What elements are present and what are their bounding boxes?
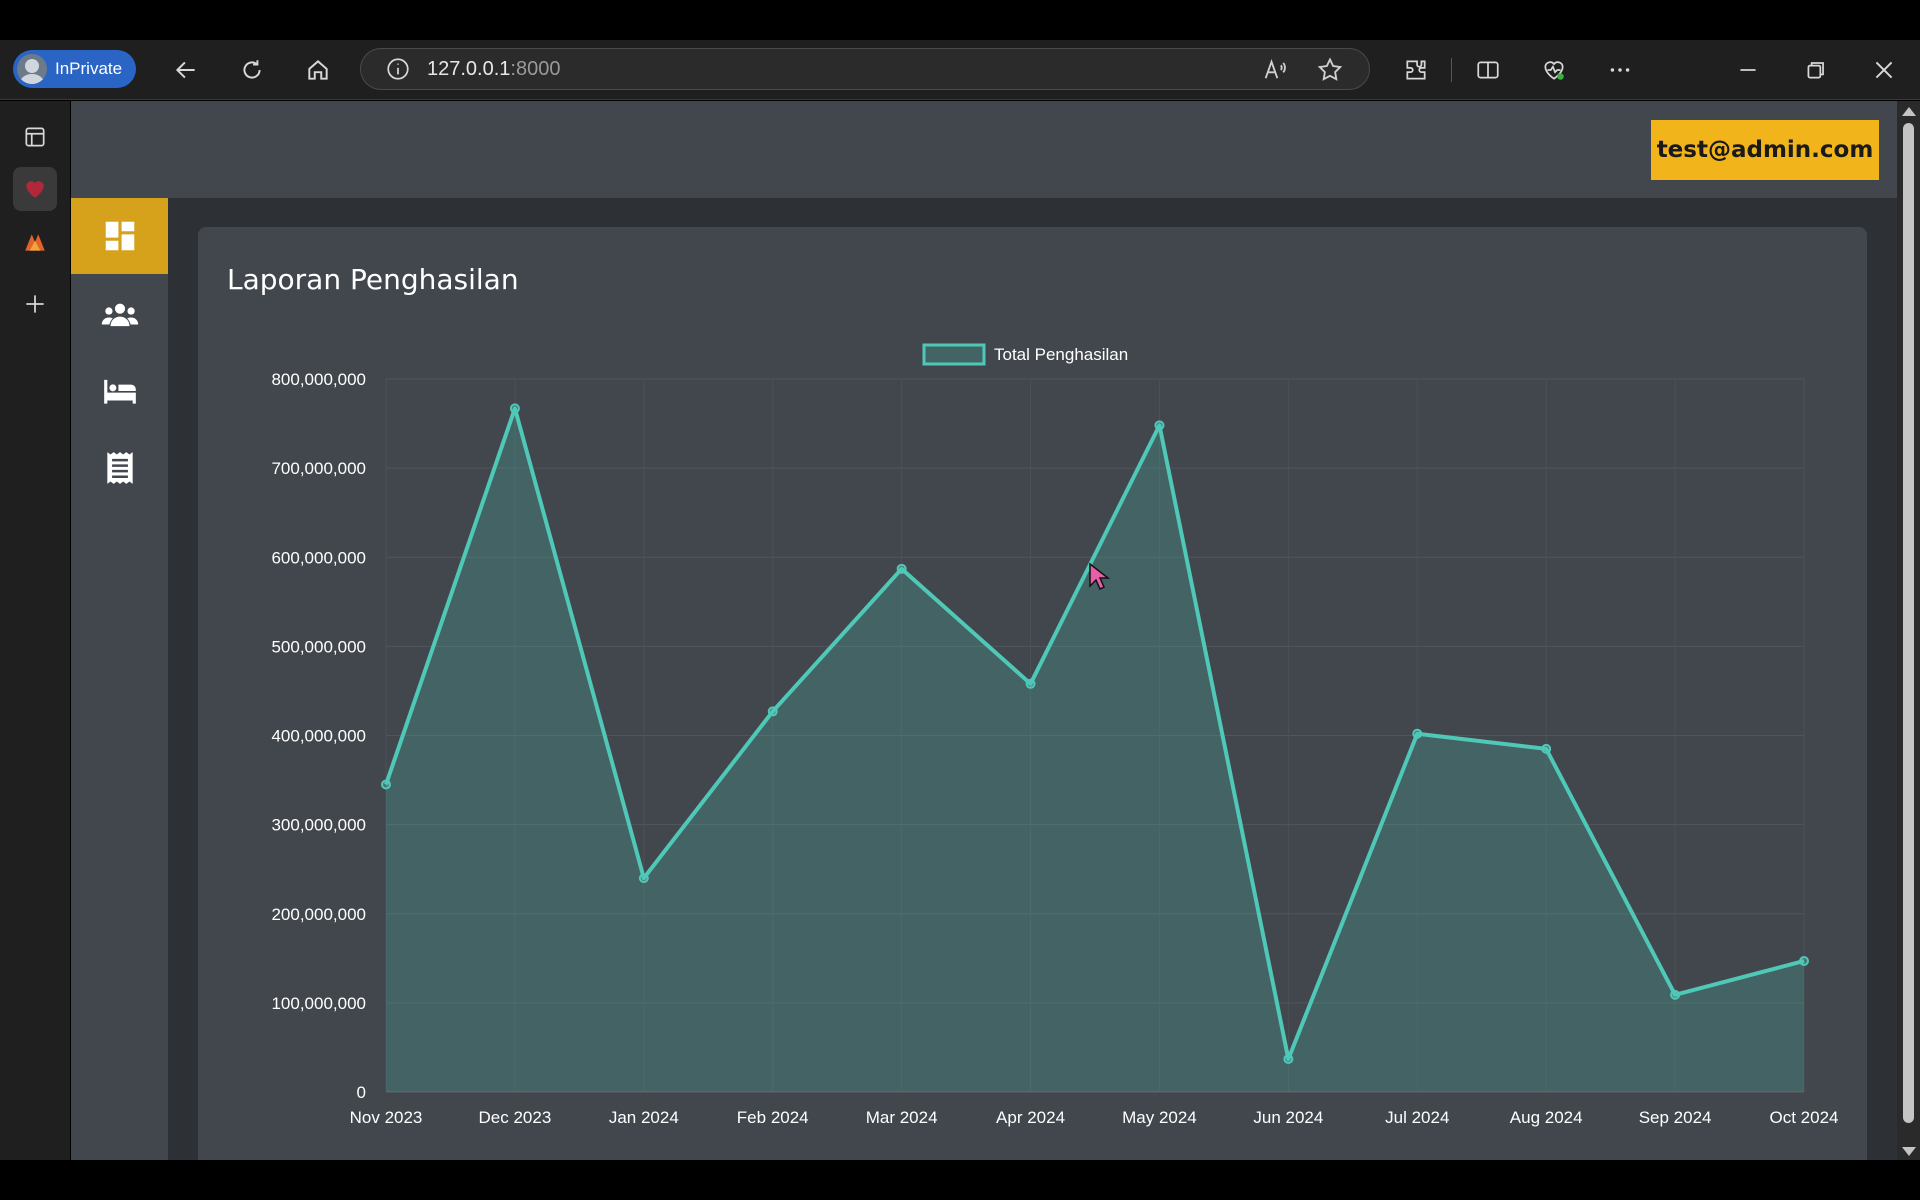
data-point[interactable]: [1283, 1054, 1294, 1065]
side-nav: [71, 198, 168, 1160]
scroll-thumb[interactable]: [1903, 123, 1914, 1123]
data-point[interactable]: [1154, 420, 1165, 431]
more-options-icon[interactable]: [1604, 54, 1636, 86]
data-point[interactable]: [638, 873, 649, 884]
data-point[interactable]: [1025, 678, 1036, 689]
series-area-fill: [386, 408, 1804, 1092]
screen-top-strip: [0, 0, 1920, 40]
read-aloud-icon[interactable]: [1261, 56, 1289, 84]
data-point[interactable]: [381, 779, 391, 790]
data-point[interactable]: [896, 563, 907, 574]
refresh-icon[interactable]: [236, 54, 268, 86]
user-account-button[interactable]: test@admin.com: [1651, 120, 1879, 180]
scroll-down-arrow-icon[interactable]: [1902, 1147, 1916, 1156]
data-point[interactable]: [1541, 743, 1552, 754]
data-point[interactable]: [1670, 989, 1681, 1000]
browser-essentials-icon[interactable]: [1538, 54, 1570, 86]
nav-item-dashboard[interactable]: [71, 198, 168, 274]
url-text: 127.0.0.1:8000: [427, 58, 560, 81]
y-tick-label: 300,000,000: [271, 816, 366, 835]
close-icon[interactable]: [1868, 54, 1900, 86]
x-axis-ticks: Nov 2023 Dec 2023 Jan 2024 Feb 2024 Mar 2024…: [350, 1108, 1839, 1127]
y-tick-label: 200,000,000: [271, 905, 366, 924]
x-tick-label: Jun 2024: [1253, 1108, 1323, 1127]
data-point[interactable]: [1412, 728, 1423, 739]
toolbar-separator: [1451, 58, 1452, 82]
home-icon[interactable]: [302, 54, 334, 86]
y-tick-label: 800,000,000: [271, 370, 366, 389]
data-point[interactable]: [509, 403, 520, 414]
extensions-icon[interactable]: [1400, 54, 1432, 86]
users-icon: [101, 303, 138, 327]
url-host: 127.0.0.1: [427, 57, 511, 80]
app-header: test@admin.com: [71, 101, 1897, 198]
address-bar[interactable]: 127.0.0.1:8000: [360, 48, 1370, 90]
x-tick-label: May 2024: [1122, 1108, 1197, 1127]
edge-vertical-sidebar: [0, 101, 70, 1160]
favorite-star-icon[interactable]: [1316, 56, 1344, 84]
x-tick-label: Nov 2023: [350, 1108, 423, 1127]
income-report-card: Laporan Penghasilan 0 100,000,000 200,000,…: [198, 227, 1867, 1160]
data-point[interactable]: [767, 706, 778, 717]
inprivate-label: InPrivate: [55, 59, 123, 78]
x-tick-label: Apr 2024: [996, 1108, 1065, 1127]
browser-toolbar: InPrivate 127.0.0.1:8000: [0, 40, 1920, 100]
app-tab-favicon-icon[interactable]: [13, 167, 57, 211]
y-tick-label: 500,000,000: [271, 637, 366, 656]
restore-icon[interactable]: [1800, 54, 1832, 86]
dashboard-icon: [105, 221, 134, 251]
receipt-icon: [106, 452, 133, 484]
bed-icon: [103, 379, 136, 404]
legend-label: Total Penghasilan: [994, 345, 1128, 364]
minimize-icon[interactable]: [1732, 54, 1764, 86]
y-tick-label: 700,000,000: [271, 459, 366, 478]
tab-actions-icon[interactable]: [13, 115, 57, 159]
page-scrollbar[interactable]: [1897, 101, 1920, 1160]
mouse-cursor-icon: [1089, 562, 1110, 591]
x-tick-label: Jan 2024: [609, 1108, 679, 1127]
nav-item-reports[interactable]: [71, 430, 168, 506]
split-screen-icon[interactable]: [1472, 54, 1504, 86]
url-port: :8000: [510, 57, 561, 80]
new-tab-icon[interactable]: [13, 282, 57, 326]
data-point[interactable]: [1799, 955, 1809, 966]
scroll-up-arrow-icon[interactable]: [1902, 107, 1916, 116]
y-tick-label: 600,000,000: [271, 548, 366, 567]
nav-item-rooms[interactable]: [71, 353, 168, 429]
inprivate-profile-button[interactable]: InPrivate: [13, 50, 137, 88]
x-tick-label: Jul 2024: [1385, 1108, 1449, 1127]
x-tick-label: Dec 2023: [479, 1108, 552, 1127]
back-icon[interactable]: [170, 54, 202, 86]
x-tick-label: Oct 2024: [1770, 1108, 1839, 1127]
app-viewport: test@admin.com Laporan Penghasilan 0 100,…: [71, 101, 1897, 1160]
site-info-icon[interactable]: [385, 56, 411, 82]
profile-avatar-icon: [17, 54, 47, 84]
xampp-tab-favicon-icon[interactable]: [13, 220, 57, 264]
legend-swatch: [922, 343, 986, 366]
y-tick-label: 400,000,000: [271, 727, 366, 746]
nav-item-users[interactable]: [71, 277, 168, 353]
x-tick-label: Aug 2024: [1510, 1108, 1583, 1127]
x-tick-label: Mar 2024: [866, 1108, 938, 1127]
screen-bottom-strip: [0, 1160, 1920, 1200]
income-chart: 0 100,000,000 200,000,000 300,000,000 400,00…: [271, 343, 1839, 1127]
y-axis-ticks: 0 100,000,000 200,000,000 300,000,000 400,00…: [271, 370, 366, 1102]
x-tick-label: Feb 2024: [737, 1108, 809, 1127]
chart-legend[interactable]: Total Penghasilan: [922, 343, 1128, 366]
x-tick-label: Sep 2024: [1639, 1108, 1712, 1127]
y-tick-label: 0: [357, 1083, 366, 1102]
y-tick-label: 100,000,000: [271, 994, 366, 1013]
